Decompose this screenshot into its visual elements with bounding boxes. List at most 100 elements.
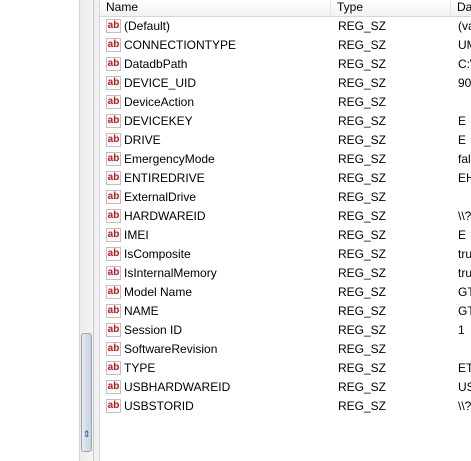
list-item[interactable]: ab Session ID REG_SZ 1 (100, 321, 471, 340)
value-name: USBHARDWAREID (124, 380, 231, 394)
list-item[interactable]: ab SoftwareRevision REG_SZ (100, 340, 471, 359)
list-item[interactable]: ab ENTIREDRIVE REG_SZ EH (100, 169, 471, 188)
value-data: \\? (458, 209, 471, 223)
string-value-icon: ab (106, 247, 121, 261)
value-name: IMEI (124, 228, 149, 242)
value-type: REG_SZ (338, 304, 387, 318)
string-value-icon: ab (106, 323, 121, 337)
list-item[interactable]: ab DEVICEKEY REG_SZ E (100, 112, 471, 131)
value-data: 1 (458, 323, 465, 337)
string-value-icon: ab (106, 95, 121, 109)
list-item[interactable]: ab IsComposite REG_SZ tru (100, 245, 471, 264)
value-data: E (458, 133, 467, 147)
value-type: REG_SZ (338, 228, 387, 242)
value-type: REG_SZ (338, 247, 387, 261)
value-data: E (458, 228, 467, 242)
string-value-icon: ab (106, 209, 121, 223)
value-rows: ab(Default)REG_SZ(vaabCONNECTIONTYPEREG_… (100, 17, 471, 416)
value-data: GT (458, 304, 471, 318)
value-data: C:\ (458, 57, 471, 71)
string-value-icon: ab (106, 285, 121, 299)
string-value-icon: ab (106, 190, 121, 204)
string-value-icon: ab (106, 380, 121, 394)
value-name: NAME (124, 304, 159, 318)
scrollbar-thumb[interactable]: ⇕ (81, 333, 92, 452)
string-value-icon: ab (106, 133, 121, 147)
value-type: REG_SZ (338, 19, 387, 33)
value-type: REG_SZ (338, 209, 387, 223)
value-name: USBSTORID (124, 399, 194, 413)
list-item[interactable]: ab EmergencyMode REG_SZ fal (100, 150, 471, 169)
list-item[interactable]: ab IMEI REG_SZ E (100, 226, 471, 245)
list-item[interactable]: ab USBHARDWAREID REG_SZ US (100, 378, 471, 397)
string-value-icon: ab (106, 171, 121, 185)
value-name: ExternalDrive (124, 190, 197, 204)
value-name: CONNECTIONTYPE (124, 38, 237, 52)
value-type: REG_SZ (338, 285, 387, 299)
string-value-icon: ab (106, 342, 121, 356)
list-item[interactable]: ab DeviceAction REG_SZ (100, 93, 471, 112)
value-name: (Default) (124, 19, 171, 33)
value-data: \\? (458, 399, 471, 413)
string-value-icon: ab (106, 57, 121, 71)
string-value-icon: ab (106, 361, 121, 375)
value-name: DRIVE (124, 133, 161, 147)
list-item[interactable]: ab USBSTORID REG_SZ \\? (100, 397, 471, 416)
column-header-type[interactable]: Type (331, 0, 451, 16)
value-name: HARDWAREID (124, 209, 206, 223)
list-item[interactable]: ab TYPE REG_SZ ET (100, 359, 471, 378)
string-value-icon: ab (106, 114, 121, 128)
values-list: Name Type Da ab(Default)REG_SZ(vaabCONNE… (100, 0, 471, 461)
value-data: tru (458, 266, 471, 280)
value-data: (va (458, 19, 471, 33)
list-item[interactable]: abNAME REG_SZ GT (100, 302, 471, 321)
value-name: Model Name (124, 285, 193, 299)
string-value-icon: ab (106, 38, 121, 52)
list-item[interactable]: ab(Default) REG_SZ (va (100, 17, 471, 36)
string-value-icon: ab (106, 76, 121, 90)
column-header-row: Name Type Da (100, 0, 471, 17)
value-name: TYPE (124, 361, 156, 375)
value-type: REG_SZ (338, 266, 387, 280)
value-type: REG_SZ (338, 323, 387, 337)
value-name: DEVICEKEY (124, 114, 193, 128)
grip-icon: ⇕ (82, 429, 91, 439)
value-type: REG_SZ (338, 190, 387, 204)
value-type: REG_SZ (338, 342, 387, 356)
value-data: US (458, 380, 471, 394)
column-header-data[interactable]: Da (451, 0, 471, 16)
list-item[interactable]: ab HARDWAREID REG_SZ \\? (100, 207, 471, 226)
value-name: SoftwareRevision (124, 342, 218, 356)
value-name: ENTIREDRIVE (124, 171, 205, 185)
value-name: DEVICE_UID (124, 76, 197, 90)
list-item[interactable]: abDEVICE_UID REG_SZ 900 (100, 74, 471, 93)
string-value-icon: ab (106, 228, 121, 242)
string-value-icon: ab (106, 266, 121, 280)
tree-scrollbar[interactable]: ⇕ (79, 0, 94, 461)
value-data: 900 (458, 76, 471, 90)
list-item[interactable]: abModel Name REG_SZ GT (100, 283, 471, 302)
value-data: EH (458, 171, 471, 185)
list-item[interactable]: ab ExternalDrive REG_SZ (100, 188, 471, 207)
list-item[interactable]: abDatadbPath REG_SZ C:\ (100, 55, 471, 74)
string-value-icon: ab (106, 152, 121, 166)
value-name: IsComposite (124, 247, 191, 261)
list-item[interactable]: ab DRIVE REG_SZ E (100, 131, 471, 150)
list-item[interactable]: ab IsInternalMemory REG_SZ tru (100, 264, 471, 283)
value-name: EmergencyMode (124, 152, 215, 166)
column-header-name[interactable]: Name (100, 0, 331, 16)
value-name: DeviceAction (124, 95, 195, 109)
value-type: REG_SZ (338, 361, 387, 375)
value-name: Session ID (124, 323, 183, 337)
value-type: REG_SZ (338, 76, 387, 90)
value-type: REG_SZ (338, 114, 387, 128)
list-item[interactable]: abCONNECTIONTYPE REG_SZ UM (100, 36, 471, 55)
value-name: IsInternalMemory (124, 266, 217, 280)
tree-pane (0, 0, 78, 461)
value-type: REG_SZ (338, 57, 387, 71)
value-type: REG_SZ (338, 152, 387, 166)
value-type: REG_SZ (338, 133, 387, 147)
value-data: UM (458, 38, 471, 52)
value-data: GT (458, 285, 471, 299)
value-type: REG_SZ (338, 38, 387, 52)
